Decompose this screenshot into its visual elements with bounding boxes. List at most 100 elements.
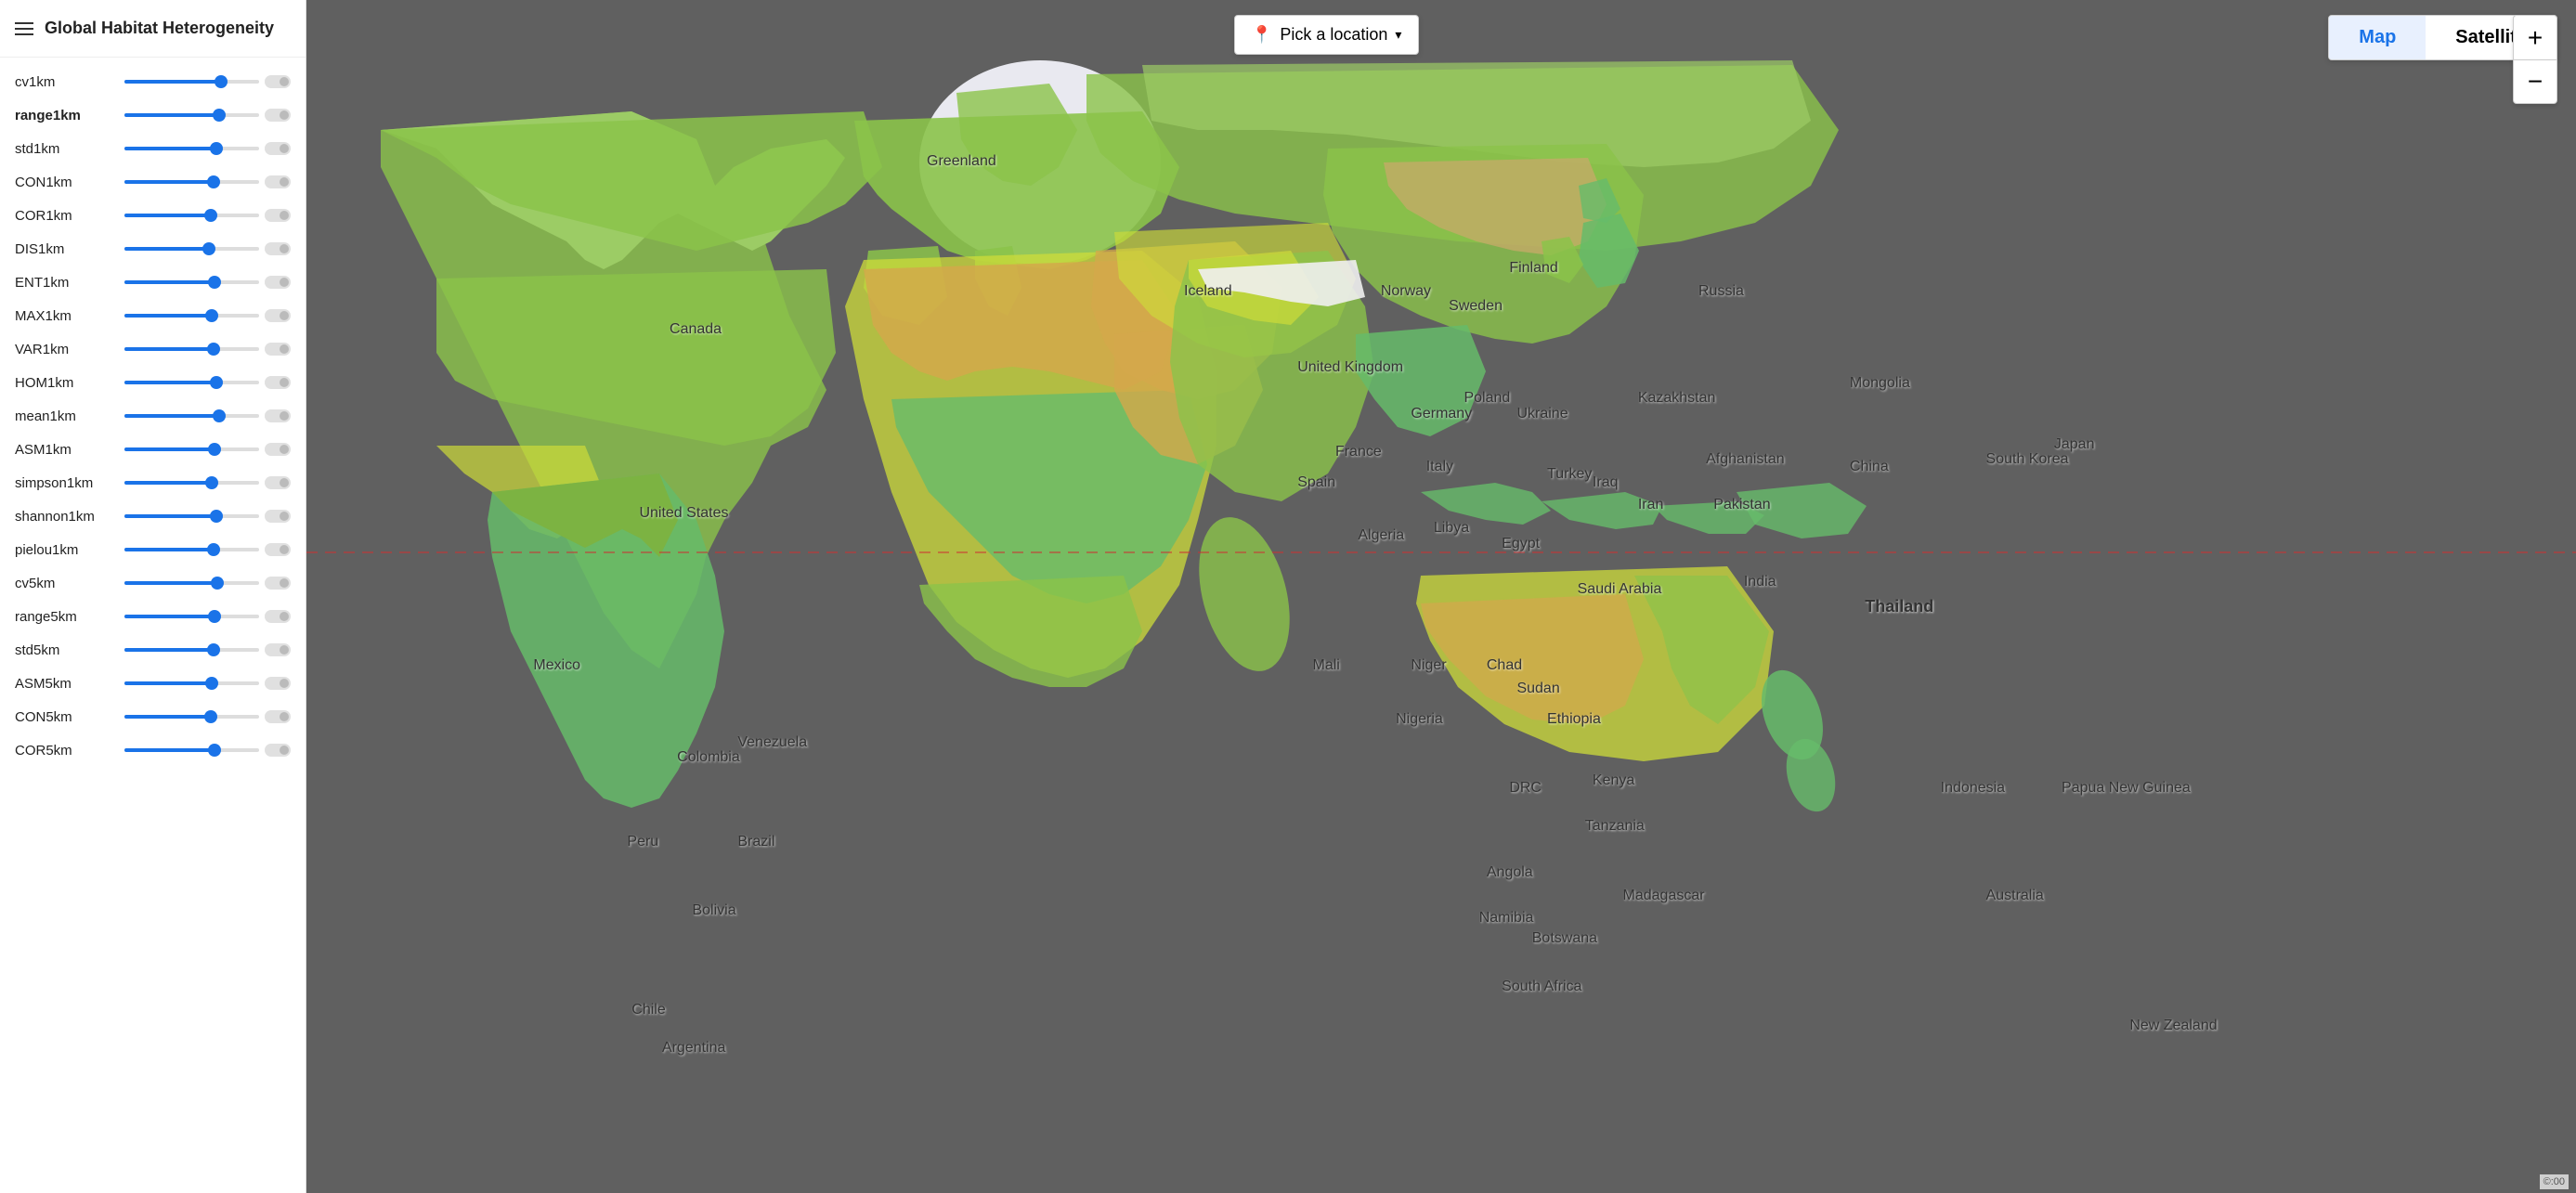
- slider-thumb-CON1km[interactable]: [207, 175, 220, 188]
- layer-row-range1km[interactable]: range1km: [0, 98, 306, 132]
- slider-thumb-VAR1km[interactable]: [207, 343, 220, 356]
- slider-track-std5km[interactable]: [124, 648, 259, 652]
- slider-end-shannon1km[interactable]: [265, 510, 291, 523]
- layer-row-range5km[interactable]: range5km: [0, 600, 306, 633]
- layer-row-mean1km[interactable]: mean1km: [0, 399, 306, 433]
- layer-row-cv1km[interactable]: cv1km: [0, 65, 306, 98]
- slider-track-COR1km[interactable]: [124, 214, 259, 217]
- slider-end-HOM1km[interactable]: [265, 376, 291, 389]
- zoom-in-button[interactable]: +: [2513, 15, 2557, 59]
- slider-track-cv1km[interactable]: [124, 80, 259, 84]
- slider-thumb-ENT1km[interactable]: [208, 276, 221, 289]
- layer-row-ASM5km[interactable]: ASM5km: [0, 667, 306, 700]
- layer-row-DIS1km[interactable]: DIS1km: [0, 232, 306, 266]
- slider-end-std5km[interactable]: [265, 643, 291, 656]
- layer-row-shannon1km[interactable]: shannon1km: [0, 499, 306, 533]
- layer-row-COR1km[interactable]: COR1km: [0, 199, 306, 232]
- slider-end-std1km[interactable]: [265, 142, 291, 155]
- layer-label-mean1km: mean1km: [15, 408, 117, 424]
- slider-track-CON5km[interactable]: [124, 715, 259, 719]
- slider-thumb-DIS1km[interactable]: [202, 242, 215, 255]
- slider-end-simpson1km[interactable]: [265, 476, 291, 489]
- sidebar: Global Habitat Heterogeneity cv1kmrange1…: [0, 0, 306, 1193]
- slider-thumb-COR5km[interactable]: [208, 744, 221, 757]
- slider-thumb-HOM1km[interactable]: [210, 376, 223, 389]
- layer-row-std5km[interactable]: std5km: [0, 633, 306, 667]
- layer-row-ASM1km[interactable]: ASM1km: [0, 433, 306, 466]
- slider-end-ASM1km[interactable]: [265, 443, 291, 456]
- layer-row-std1km[interactable]: std1km: [0, 132, 306, 165]
- slider-thumb-ASM1km[interactable]: [208, 443, 221, 456]
- slider-end-COR1km[interactable]: [265, 209, 291, 222]
- slider-thumb-ASM5km[interactable]: [205, 677, 218, 690]
- slider-thumb-std5km[interactable]: [207, 643, 220, 656]
- slider-track-range5km[interactable]: [124, 615, 259, 618]
- slider-end-CON1km[interactable]: [265, 175, 291, 188]
- slider-track-mean1km[interactable]: [124, 414, 259, 418]
- slider-thumb-range1km[interactable]: [213, 109, 226, 122]
- layer-row-MAX1km[interactable]: MAX1km: [0, 299, 306, 332]
- slider-track-COR5km[interactable]: [124, 748, 259, 752]
- layer-row-ENT1km[interactable]: ENT1km: [0, 266, 306, 299]
- slider-track-pielou1km[interactable]: [124, 548, 259, 551]
- slider-end-DIS1km[interactable]: [265, 242, 291, 255]
- slider-thumb-cv1km[interactable]: [215, 75, 228, 88]
- slider-end-pielou1km[interactable]: [265, 543, 291, 556]
- slider-thumb-range5km[interactable]: [208, 610, 221, 623]
- slider-track-simpson1km[interactable]: [124, 481, 259, 485]
- slider-thumb-simpson1km[interactable]: [205, 476, 218, 489]
- slider-track-ENT1km[interactable]: [124, 280, 259, 284]
- slider-end-MAX1km[interactable]: [265, 309, 291, 322]
- slider-track-range1km[interactable]: [124, 113, 259, 117]
- hamburger-icon[interactable]: [15, 22, 33, 35]
- slider-fill-MAX1km: [124, 314, 212, 318]
- slider-end-COR5km[interactable]: [265, 744, 291, 757]
- slider-end-CON5km[interactable]: [265, 710, 291, 723]
- slider-end-range5km[interactable]: [265, 610, 291, 623]
- slider-track-cv5km[interactable]: [124, 581, 259, 585]
- layer-label-simpson1km: simpson1km: [15, 475, 117, 491]
- slider-track-DIS1km[interactable]: [124, 247, 259, 251]
- slider-container-CON5km: [124, 710, 291, 723]
- slider-track-ASM1km[interactable]: [124, 447, 259, 451]
- slider-end-range1km[interactable]: [265, 109, 291, 122]
- slider-container-mean1km: [124, 409, 291, 422]
- slider-thumb-std1km[interactable]: [210, 142, 223, 155]
- sidebar-layers-list: cv1kmrange1kmstd1kmCON1kmCOR1kmDIS1kmENT…: [0, 58, 306, 1193]
- layer-row-COR5km[interactable]: COR5km: [0, 733, 306, 767]
- slider-end-ENT1km[interactable]: [265, 276, 291, 289]
- zoom-out-button[interactable]: −: [2513, 59, 2557, 104]
- slider-track-CON1km[interactable]: [124, 180, 259, 184]
- slider-fill-std1km: [124, 147, 216, 150]
- layer-row-CON5km[interactable]: CON5km: [0, 700, 306, 733]
- slider-track-MAX1km[interactable]: [124, 314, 259, 318]
- slider-thumb-pielou1km[interactable]: [207, 543, 220, 556]
- pick-location-button[interactable]: 📍 Pick a location ▾: [1234, 15, 1420, 55]
- slider-thumb-CON5km[interactable]: [204, 710, 217, 723]
- slider-thumb-MAX1km[interactable]: [205, 309, 218, 322]
- slider-track-std1km[interactable]: [124, 147, 259, 150]
- map-area[interactable]: GreenlandCanadaUnited StatesMexicoColomb…: [306, 0, 2576, 1193]
- slider-thumb-COR1km[interactable]: [204, 209, 217, 222]
- slider-track-shannon1km[interactable]: [124, 514, 259, 518]
- layer-row-CON1km[interactable]: CON1km: [0, 165, 306, 199]
- layer-row-cv5km[interactable]: cv5km: [0, 566, 306, 600]
- layer-row-HOM1km[interactable]: HOM1km: [0, 366, 306, 399]
- layer-row-VAR1km[interactable]: VAR1km: [0, 332, 306, 366]
- layer-row-simpson1km[interactable]: simpson1km: [0, 466, 306, 499]
- map-type-map-button[interactable]: Map: [2329, 16, 2426, 59]
- slider-track-VAR1km[interactable]: [124, 347, 259, 351]
- slider-end-mean1km[interactable]: [265, 409, 291, 422]
- slider-end-ASM5km[interactable]: [265, 677, 291, 690]
- slider-fill-pielou1km: [124, 548, 214, 551]
- slider-track-ASM5km[interactable]: [124, 681, 259, 685]
- slider-thumb-cv5km[interactable]: [211, 577, 224, 590]
- slider-container-ASM5km: [124, 677, 291, 690]
- slider-track-HOM1km[interactable]: [124, 381, 259, 384]
- slider-end-cv1km[interactable]: [265, 75, 291, 88]
- slider-end-VAR1km[interactable]: [265, 343, 291, 356]
- slider-thumb-shannon1km[interactable]: [210, 510, 223, 523]
- slider-thumb-mean1km[interactable]: [213, 409, 226, 422]
- layer-row-pielou1km[interactable]: pielou1km: [0, 533, 306, 566]
- slider-end-cv5km[interactable]: [265, 577, 291, 590]
